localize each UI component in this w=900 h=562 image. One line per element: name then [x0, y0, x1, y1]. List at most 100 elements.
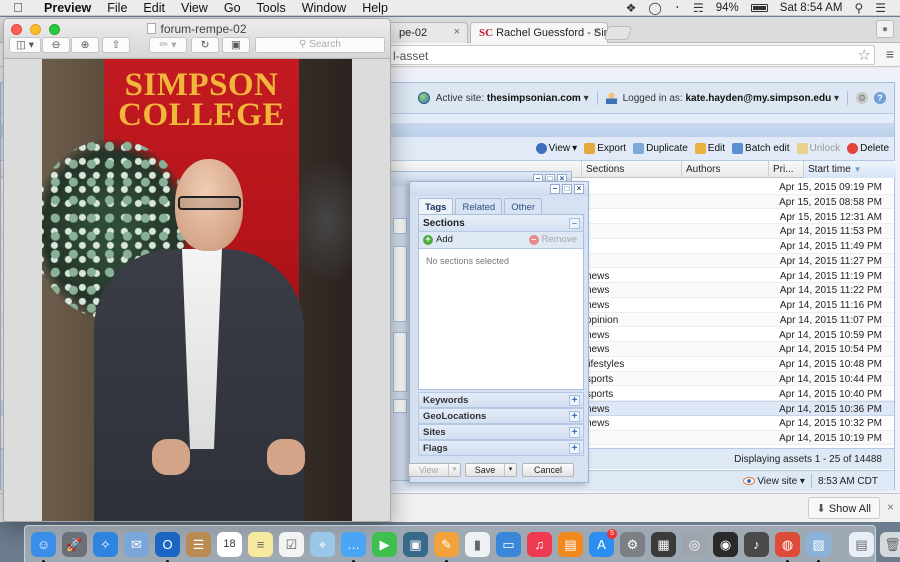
dropdown-field[interactable] — [393, 399, 407, 413]
expand-icon[interactable]: + — [569, 411, 580, 422]
preview-icon[interactable]: ▧ — [806, 531, 831, 562]
cancel-button[interactable]: Cancel — [522, 463, 574, 477]
ibooks-icon[interactable]: ▤ — [558, 531, 583, 557]
edit-button[interactable]: Edit — [693, 143, 727, 154]
menu-edit[interactable]: Edit — [135, 1, 173, 15]
share-button[interactable]: ⇧ — [102, 37, 130, 53]
view-split-button[interactable]: View ▾ — [408, 463, 461, 477]
bookmark-star-icon[interactable]: ☆ — [858, 46, 871, 64]
rotate-button[interactable]: ↻ — [191, 37, 219, 53]
battery-icon[interactable] — [750, 3, 768, 12]
profile-icon[interactable]: ● — [876, 20, 894, 38]
bluetooth-icon[interactable]: ᛫ — [674, 1, 681, 15]
numbers-icon[interactable]: ▮ — [465, 531, 490, 557]
form-field[interactable] — [393, 218, 407, 234]
final-cut-icon[interactable]: ▦ — [651, 531, 676, 557]
delete-button[interactable]: Delete — [845, 143, 891, 154]
unlock-button[interactable]: Unlock — [795, 143, 843, 154]
column-header-start-time[interactable]: Start time ▼ — [803, 161, 896, 178]
battery-percent[interactable]: 94% — [716, 2, 739, 14]
user-menu[interactable]: Logged in as: kate.hayden@my.simpson.edu… — [623, 93, 839, 104]
keywords-panel[interactable]: Keywords + — [418, 392, 584, 408]
logic-icon[interactable]: ♪ — [744, 531, 769, 557]
maps-icon[interactable]: ⌖ — [310, 531, 335, 557]
trash-icon[interactable]: 🗑 — [880, 531, 900, 557]
pages-icon[interactable]: ✎ — [434, 531, 459, 562]
keynote-icon[interactable]: ▭ — [496, 531, 521, 557]
spotlight-search-icon[interactable]: ⚲ — [854, 1, 863, 15]
active-site-selector[interactable]: Active site: thesimpsonian.com ▾ — [436, 93, 589, 104]
sites-panel[interactable]: Sites + — [418, 424, 584, 440]
save-split-button[interactable]: Save ▾ — [465, 463, 517, 477]
itunes-icon[interactable]: ♫ — [527, 531, 552, 557]
geolocations-panel[interactable]: GeoLocations + — [418, 408, 584, 424]
sidebar-toggle-button[interactable]: ◫ ▾ — [9, 37, 41, 53]
finder-icon[interactable]: ☺ — [31, 531, 56, 562]
markup-pen-button[interactable]: ✏ ▾ — [149, 37, 187, 53]
maximize-icon[interactable]: □ — [562, 184, 572, 194]
show-all-downloads-button[interactable]: ⬇ Show All — [807, 497, 880, 519]
reminders-icon[interactable]: ☑ — [279, 531, 304, 557]
dropdown-arrow-icon[interactable]: ▾ — [504, 464, 516, 476]
column-header-sections[interactable]: Sections — [581, 161, 681, 178]
collapse-icon[interactable]: – — [569, 218, 580, 229]
notes-icon[interactable]: ≡ — [248, 531, 273, 557]
contacts-icon[interactable]: ☰ — [186, 531, 211, 557]
zoom-out-button[interactable]: ⊖ — [42, 37, 70, 53]
dropdown-arrow-icon[interactable]: ▾ — [448, 464, 460, 476]
export-button[interactable]: Export — [582, 143, 628, 154]
menu-view[interactable]: View — [173, 1, 216, 15]
view-button[interactable]: View ▾ — [534, 143, 580, 154]
duplicate-button[interactable]: Duplicate — [631, 143, 690, 154]
mail-icon[interactable]: ✉ — [124, 531, 149, 557]
search-input[interactable]: ⚲ Search — [255, 37, 385, 53]
expand-icon[interactable]: + — [569, 395, 580, 406]
view-site-button[interactable]: View site ▾ — [742, 476, 805, 487]
close-icon[interactable]: × — [574, 184, 584, 194]
form-field[interactable] — [393, 332, 407, 392]
menu-app-name[interactable]: Preview — [36, 1, 99, 15]
dropbox-icon[interactable]: ❖ — [626, 1, 637, 15]
facetime-icon[interactable]: ▶ — [372, 531, 397, 557]
system-preferences-icon[interactable]: ⚙ — [620, 531, 645, 557]
add-section-button[interactable]: + Add — [423, 234, 453, 245]
column-header-priority[interactable]: Pri... — [768, 161, 803, 178]
app-store-icon[interactable]: A5 — [589, 528, 617, 557]
zoom-in-button[interactable]: ⊕ — [71, 37, 99, 53]
browser-tab-2[interactable]: SCRachel Guessford - Simpsc × — [470, 22, 608, 43]
photos-icon[interactable]: ▣ — [403, 531, 428, 557]
menu-go[interactable]: Go — [216, 1, 249, 15]
wifi-icon[interactable]: ☴ — [693, 1, 704, 15]
tab-close-icon[interactable]: × — [454, 26, 460, 38]
apple-menu-icon[interactable]:  — [0, 0, 36, 15]
aperture-icon[interactable]: ◉ — [713, 531, 738, 557]
menu-tools[interactable]: Tools — [249, 1, 294, 15]
creative-cloud-icon[interactable]: ◯ — [648, 1, 661, 15]
menu-help[interactable]: Help — [354, 1, 396, 15]
tab-close-icon[interactable]: × — [594, 26, 600, 38]
flags-panel[interactable]: Flags + — [418, 440, 584, 456]
downloads-stack-icon[interactable]: ▤ — [849, 531, 874, 557]
safari-icon[interactable]: ✧ — [93, 531, 118, 557]
gear-icon[interactable]: ⚙ — [856, 92, 868, 104]
motion-icon[interactable]: ◎ — [682, 531, 707, 557]
browser-menu-icon[interactable]: ≡ — [886, 46, 894, 62]
form-field[interactable] — [393, 246, 407, 322]
expand-icon[interactable]: + — [569, 443, 580, 454]
column-header-authors[interactable]: Authors — [681, 161, 768, 178]
outlook-icon[interactable]: O — [155, 531, 180, 562]
launchpad-icon[interactable]: 🚀 — [62, 531, 87, 557]
notification-center-icon[interactable]: ☰ — [875, 1, 886, 15]
messages-icon[interactable]: … — [341, 531, 366, 562]
clock[interactable]: Sat 8:54 AM — [780, 2, 843, 14]
chrome-icon[interactable]: ◍ — [775, 531, 800, 562]
help-icon[interactable]: ? — [874, 92, 886, 104]
expand-icon[interactable]: + — [569, 427, 580, 438]
toolbox-button[interactable]: ▣ — [222, 37, 250, 53]
menu-window[interactable]: Window — [294, 1, 354, 15]
batch-edit-button[interactable]: Batch edit — [730, 143, 791, 154]
remove-section-button[interactable]: – Remove — [528, 234, 577, 245]
minimize-icon[interactable]: – — [550, 184, 560, 194]
close-downloads-bar-icon[interactable]: × — [887, 500, 894, 514]
calendar-icon[interactable]: 18 — [217, 531, 242, 557]
